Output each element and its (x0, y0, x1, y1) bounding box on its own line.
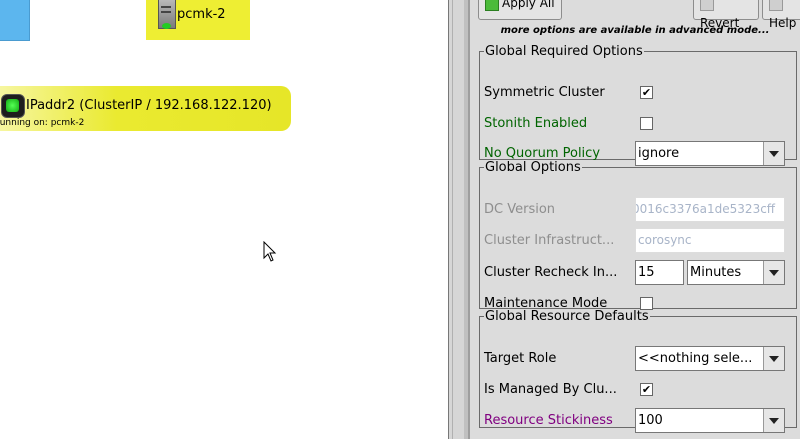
cluster-recheck-row: Cluster Recheck In... 15 Minutes (484, 260, 786, 286)
help-icon (769, 0, 783, 11)
cluster-recheck-label: Cluster Recheck In... (484, 265, 618, 280)
resource-stickiness-row: Resource Stickiness 100 (484, 408, 786, 434)
resource-stickiness-value: 100 (638, 413, 663, 428)
chevron-down-icon[interactable] (763, 261, 784, 284)
stonith-enabled-checkbox[interactable] (640, 117, 653, 130)
dc-version-value: 0016c3376a1de5323cff (635, 202, 776, 216)
cluster-recheck-value: 15 (638, 265, 655, 280)
no-quorum-policy-label: No Quorum Policy (484, 146, 601, 161)
symmetric-cluster-label: Symmetric Cluster (484, 85, 605, 100)
global-required-options-group: Global Required Options Symmetric Cluste… (479, 44, 797, 166)
target-role-value: <<nothing sele... (638, 351, 753, 366)
cluster-infrastructure-row: Cluster Infrastruct... corosync (484, 228, 786, 254)
resource-stickiness-label: Resource Stickiness (484, 413, 613, 428)
dc-version-row: DC Version 0016c3376a1de5323cff (484, 197, 786, 223)
stonith-enabled-row: Stonith Enabled (484, 111, 786, 137)
options-toolbar: Apply All Revert Help (478, 0, 800, 30)
is-managed-label: Is Managed By Clu... (484, 382, 617, 397)
group-legend: Global Options (485, 160, 581, 175)
dc-version-label: DC Version (484, 202, 556, 217)
symmetric-cluster-row: Symmetric Cluster ✔ (484, 80, 786, 106)
split-pane-divider[interactable] (448, 0, 468, 439)
is-managed-checkbox[interactable]: ✔ (640, 383, 653, 396)
cluster-recheck-input[interactable]: 15 (635, 260, 684, 285)
apply-all-label: Apply All (502, 0, 555, 10)
symmetric-cluster-checkbox[interactable]: ✔ (640, 86, 653, 99)
target-role-label: Target Role (484, 351, 557, 366)
apply-all-button[interactable]: Apply All (478, 0, 562, 20)
no-quorum-policy-value: ignore (638, 146, 680, 161)
cluster-node-partial[interactable] (0, 0, 30, 41)
cluster-infrastructure-label: Cluster Infrastruct... (484, 233, 615, 248)
resource-node-title: IPaddr2 (ClusterIP / 192.168.122.120) (26, 98, 272, 113)
global-options-group: Global Options DC Version 0016c3376a1de5… (479, 160, 797, 311)
cluster-infrastructure-value: corosync (638, 233, 692, 247)
cluster-recheck-unit-value: Minutes (690, 265, 742, 280)
cluster-infrastructure-field: corosync (635, 228, 785, 253)
is-managed-row: Is Managed By Clu... ✔ (484, 377, 786, 403)
help-button[interactable]: Help (762, 0, 800, 30)
advanced-mode-hint: more options are available in advanced m… (500, 25, 770, 36)
host-node-pcmk-2[interactable]: pcmk-2 (146, 0, 250, 40)
revert-button[interactable]: Revert (693, 0, 759, 30)
mouse-cursor-icon (263, 241, 277, 262)
cluster-graph-canvas[interactable]: pcmk-2 IPaddr2 (ClusterIP / 192.168.122.… (0, 0, 448, 439)
server-icon (158, 0, 176, 29)
apply-icon (485, 0, 499, 11)
target-role-select[interactable]: <<nothing sele... (635, 346, 785, 371)
cluster-recheck-unit-select[interactable]: Minutes (687, 260, 785, 285)
group-legend: Global Required Options (485, 44, 643, 59)
resource-node-status: running on: pcmk-2 (0, 118, 85, 128)
global-resource-defaults-group: Global Resource Defaults Target Role <<n… (479, 309, 797, 433)
group-legend: Global Resource Defaults (485, 309, 649, 324)
host-node-label: pcmk-2 (177, 7, 226, 22)
cluster-options-panel: Apply All Revert Help more options are a… (468, 0, 800, 439)
running-resource-icon (1, 94, 25, 118)
chevron-down-icon[interactable] (763, 409, 784, 432)
dc-version-field: 0016c3376a1de5323cff (635, 197, 785, 222)
revert-icon (700, 0, 714, 11)
resource-node-ipaddr2[interactable]: IPaddr2 (ClusterIP / 192.168.122.120) ru… (0, 86, 291, 131)
resource-stickiness-select[interactable]: 100 (635, 408, 785, 433)
chevron-down-icon[interactable] (763, 347, 784, 370)
target-role-row: Target Role <<nothing sele... (484, 346, 786, 372)
stonith-enabled-label: Stonith Enabled (484, 116, 588, 131)
